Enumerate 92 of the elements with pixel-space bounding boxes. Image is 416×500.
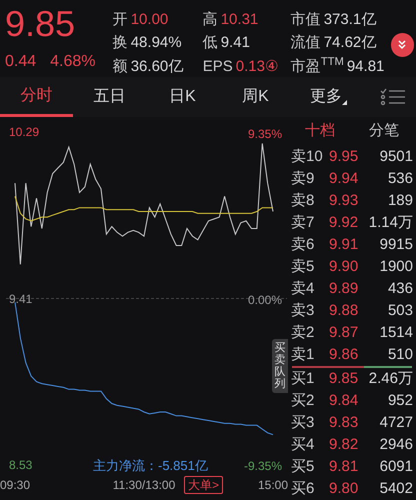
level-label: 卖10	[291, 146, 324, 167]
level-volume: 1514	[380, 322, 413, 343]
level-price: 9.85	[328, 368, 360, 389]
list-settings-icon[interactable]	[380, 87, 406, 107]
level-label: 卖2	[291, 322, 316, 343]
price-change: 0.44	[5, 52, 36, 72]
level-price: 9.89	[329, 278, 360, 299]
level-label: 卖4	[291, 278, 316, 299]
stat-value: 10.00	[130, 10, 168, 30]
level-price: 9.86	[329, 344, 360, 365]
percent-change: 4.68%	[50, 52, 96, 72]
level-volume: 189	[388, 190, 413, 211]
stat-value: 373.1亿	[324, 10, 376, 30]
double-chevron-icon	[396, 39, 408, 51]
level-price: 9.93	[329, 190, 360, 211]
stat-value: 9.41	[220, 33, 250, 54]
level-volume: 9915	[380, 234, 413, 255]
book-tab[interactable]: 十档	[288, 120, 352, 143]
stat-label: 开	[112, 10, 128, 30]
stat-label: 市盈$^{TTM}$	[290, 56, 344, 77]
level-volume: 952	[388, 390, 413, 411]
axis-label: 10.29	[9, 125, 40, 139]
chart-tab[interactable]: 五日	[73, 77, 146, 117]
big-order-button[interactable]: 大单>	[184, 476, 224, 494]
chart-tab[interactable]: 日K	[146, 77, 219, 117]
axis-label: 8.53	[9, 458, 32, 472]
axis-label: 9.35%	[248, 127, 282, 141]
level-label: 卖6	[291, 234, 316, 255]
book-tab[interactable]: 分笔	[352, 120, 416, 143]
level-volume: 536	[388, 168, 413, 189]
stat-label: 高	[202, 10, 218, 30]
level-volume: 5402	[380, 478, 413, 499]
level-volume: 503	[388, 300, 413, 321]
level-label: 卖9	[291, 168, 316, 189]
axis-label: 0.00%	[248, 293, 282, 307]
level-label: 买2	[291, 390, 316, 411]
level-volume: 436	[388, 278, 413, 299]
level-price: 9.80	[329, 478, 360, 499]
stat-label: 流值	[290, 33, 321, 54]
stat-value: 36.60亿	[130, 56, 184, 77]
stat-value: 94.81	[346, 56, 384, 77]
level-price: 9.82	[329, 434, 360, 455]
axis-label: 9.41	[9, 292, 32, 306]
level-volume: 4727	[380, 412, 413, 433]
chart-tab[interactable]: 周K	[219, 77, 292, 117]
level-price: 9.81	[329, 456, 360, 477]
level-price: 9.87	[329, 322, 360, 343]
level-label: 卖1	[291, 344, 316, 365]
level-price: 9.90	[329, 256, 360, 277]
level-label: 卖5	[291, 256, 316, 277]
net-flow-text: 主力净流：-5.851亿	[93, 459, 208, 473]
level-label: 买6	[291, 478, 316, 499]
level-label: 买5	[291, 456, 316, 477]
level-label: 买3	[291, 412, 316, 433]
level-volume: 1900	[380, 256, 413, 277]
stat-label: 换	[112, 33, 128, 54]
chart-tab[interactable]: 更多	[292, 77, 365, 117]
level-price: 9.92	[328, 212, 360, 233]
level-volume: 1.14万	[368, 212, 413, 233]
level-price: 9.83	[329, 412, 360, 433]
stat-value: 10.31	[220, 10, 258, 30]
axis-label: -9.35%	[244, 459, 282, 473]
level-price: 9.94	[329, 168, 360, 189]
level-label: 卖7	[291, 212, 316, 233]
time-label: 09:30	[0, 478, 30, 492]
corner-triangle-icon	[342, 100, 347, 105]
level-price: 9.84	[329, 390, 360, 411]
level-volume: 2946	[380, 434, 413, 455]
stat-label: 额	[112, 56, 128, 77]
level-label: 卖3	[291, 300, 316, 321]
level-volume: 9501	[380, 146, 413, 167]
level-label: 买4	[291, 434, 316, 455]
time-label: 15:00	[258, 478, 288, 492]
level-price: 9.91	[329, 234, 360, 255]
stat-value: 74.62亿	[324, 33, 376, 54]
level-volume: 510	[388, 344, 413, 365]
level-price: 9.88	[329, 300, 360, 321]
level-volume: 6091	[380, 456, 413, 477]
level-label: 买1	[291, 368, 316, 389]
level-price: 9.95	[329, 146, 360, 167]
expand-button[interactable]	[390, 33, 414, 57]
stat-value: 48.94%	[130, 33, 182, 54]
stat-label: 低	[202, 33, 218, 54]
queue-tab[interactable]: 买卖队列	[272, 339, 288, 393]
time-label: 11:30/13:00	[112, 478, 176, 492]
level-label: 卖8	[291, 190, 316, 211]
chart-tab[interactable]: 分时	[0, 77, 73, 117]
stat-label: 市值	[290, 10, 321, 30]
stat-label: EPS	[202, 56, 233, 77]
stock-price: 9.85	[5, 2, 76, 46]
level-volume: 2.46万	[368, 368, 413, 389]
stat-value: 0.13④	[236, 56, 278, 77]
